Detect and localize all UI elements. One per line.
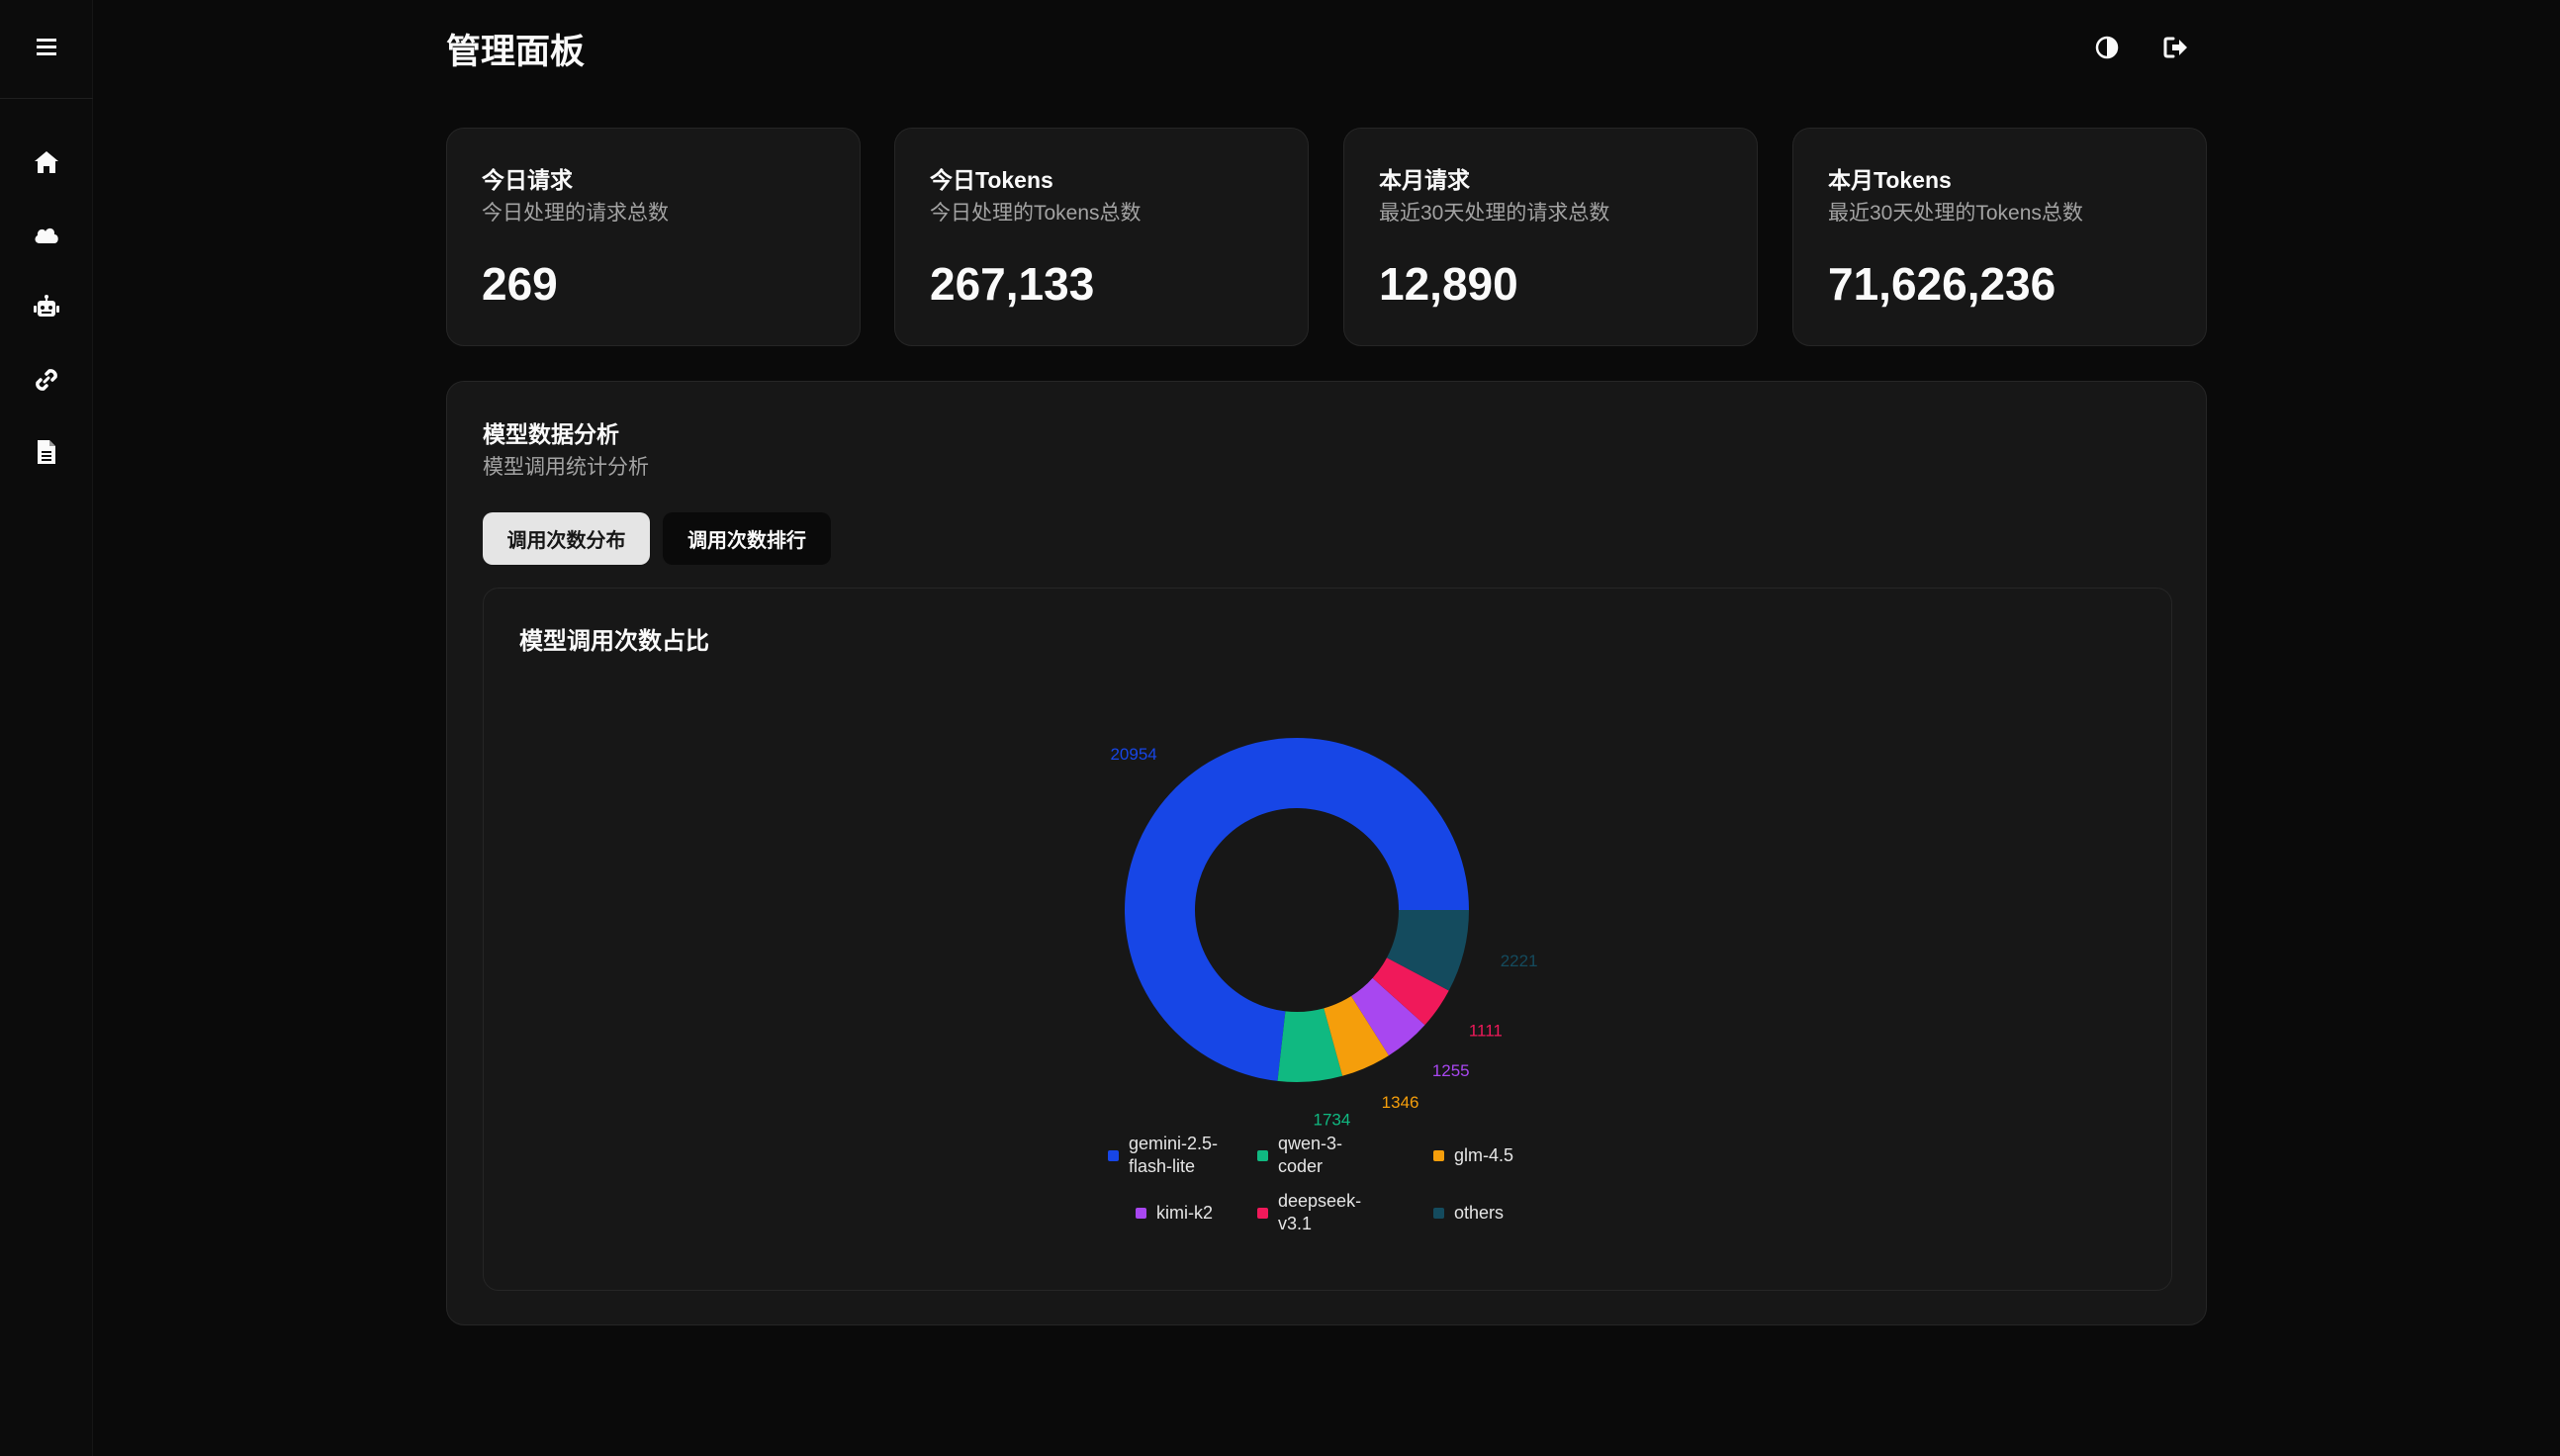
legend-item-qwen-3-coder[interactable]: qwen-3- coder	[1257, 1133, 1387, 1178]
stat-value: 267,133	[930, 258, 1095, 310]
stat-subtitle: 最近30天处理的Tokens总数	[1828, 202, 2083, 225]
donut-chart: 20954 1734 1346 1255 1111 2221	[1110, 738, 1538, 1129]
tab-call-ranking[interactable]: 调用次数排行	[663, 512, 831, 565]
legend-label: others	[1454, 1203, 1505, 1223]
stat-title: 本月Tokens	[1828, 167, 1952, 193]
legend-swatch	[1257, 1207, 1268, 1219]
theme-toggle-button[interactable]	[2087, 30, 2127, 69]
legend-swatch	[1136, 1208, 1146, 1219]
stat-subtitle: 今日处理的请求总数	[482, 202, 669, 225]
robot-icon	[33, 294, 60, 325]
stat-card-today-requests: 今日请求 今日处理的请求总数 269	[446, 128, 861, 346]
legend-label: deepseek-v3.1	[1278, 1191, 1362, 1233]
stat-card-today-tokens: 今日Tokens 今日处理的Tokens总数 267,133	[894, 128, 1309, 346]
legend-item-deepseek-v3.1[interactable]: deepseek-v3.1	[1257, 1190, 1387, 1235]
stat-title: 今日请求	[482, 167, 573, 193]
legend-swatch	[1433, 1208, 1444, 1219]
panel-title: 模型数据分析	[483, 421, 619, 447]
stat-subtitle: 今日处理的Tokens总数	[930, 202, 1142, 225]
file-text-icon	[36, 438, 57, 471]
contrast-icon	[2094, 35, 2120, 65]
legend-label: kimi-k2	[1156, 1203, 1213, 1223]
hamburger-menu-icon	[35, 36, 58, 62]
legend-item-others[interactable]: others	[1433, 1202, 1563, 1225]
stat-card-month-tokens: 本月Tokens 最近30天处理的Tokens总数 71,626,236	[1792, 128, 2207, 346]
cloud-icon	[33, 224, 60, 250]
donut-value-label: 1734	[1314, 1110, 1351, 1129]
legend-label: qwen-3- coder	[1278, 1134, 1343, 1176]
stat-value: 12,890	[1379, 258, 1518, 310]
legend-swatch	[1108, 1149, 1119, 1161]
menu-toggle-button[interactable]	[0, 0, 93, 99]
donut-value-label: 1255	[1432, 1061, 1470, 1080]
legend-label: glm-4.5	[1454, 1145, 1514, 1165]
sidebar-item-docs[interactable]	[27, 434, 66, 474]
sidebar-item-home[interactable]	[27, 144, 66, 184]
legend-item-glm-4.5[interactable]: glm-4.5	[1433, 1144, 1563, 1167]
legend-item-gemini-2.5-flash-lite[interactable]: gemini-2.5- flash-lite	[1108, 1133, 1237, 1178]
legend-swatch	[1257, 1149, 1268, 1161]
donut-value-label: 2221	[1501, 952, 1538, 970]
donut-value-label: 20954	[1110, 745, 1156, 764]
legend-label: gemini-2.5- flash-lite	[1129, 1134, 1219, 1176]
tab-call-distribution[interactable]: 调用次数分布	[483, 512, 650, 565]
stat-title: 本月请求	[1379, 167, 1470, 193]
home-icon	[33, 149, 60, 180]
sidebar	[0, 0, 93, 1456]
donut-value-label: 1346	[1382, 1093, 1419, 1112]
stat-card-month-requests: 本月请求 最近30天处理的请求总数 12,890	[1343, 128, 1758, 346]
stat-subtitle: 最近30天处理的请求总数	[1379, 202, 1610, 225]
model-analysis-panel: 模型数据分析 模型调用统计分析 调用次数分布 调用次数排行 模型调用次数占比 2…	[446, 381, 2207, 1325]
sidebar-item-robot[interactable]	[27, 290, 66, 329]
sidebar-item-cloud[interactable]	[27, 217, 66, 256]
logout-button[interactable]	[2156, 30, 2196, 69]
legend-swatch	[1433, 1150, 1444, 1161]
panel-subtitle: 模型调用统计分析	[483, 456, 649, 479]
stat-value: 269	[482, 258, 558, 310]
link-icon	[33, 366, 60, 399]
sidebar-item-link[interactable]	[27, 362, 66, 402]
chart-container: 模型调用次数占比 20954 1734 1346 1255 1111 2221 gemin…	[483, 588, 2172, 1291]
legend-item-kimi-k2[interactable]: kimi-k2	[1136, 1202, 1265, 1225]
stat-value: 71,626,236	[1828, 258, 2057, 310]
page-title: 管理面板	[446, 33, 586, 71]
donut-value-label: 1111	[1469, 1021, 1503, 1040]
stat-title: 今日Tokens	[930, 167, 1053, 193]
sign-out-icon	[2162, 35, 2190, 65]
